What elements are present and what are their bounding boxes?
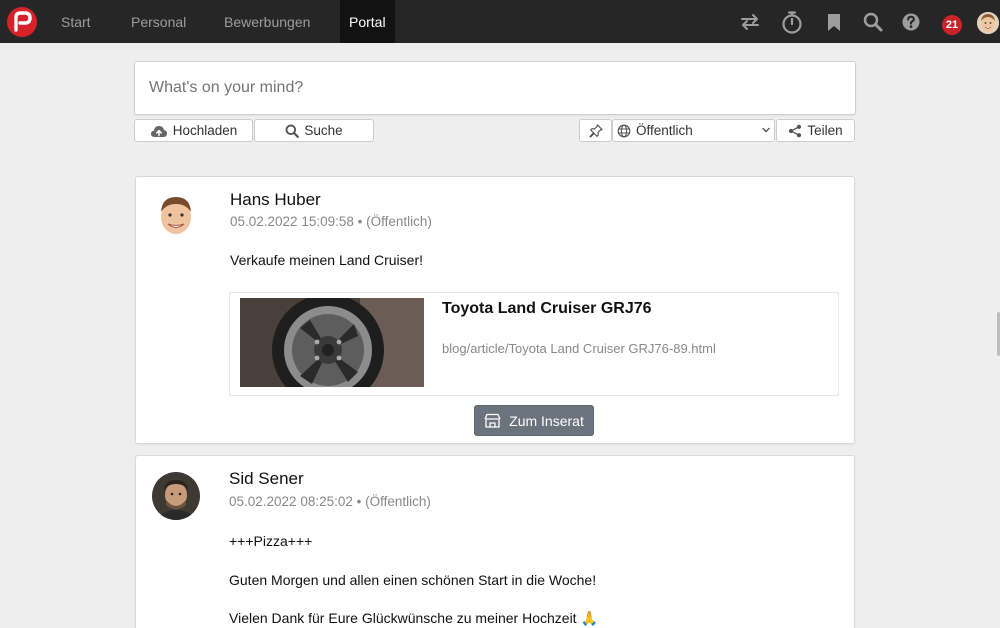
post-meta: 05.02.2022 15:09:58 • (Öffentlich)	[230, 214, 432, 229]
upload-button[interactable]: Hochladen	[134, 119, 253, 142]
nav-portal[interactable]: Portal	[340, 0, 395, 43]
post-author-name[interactable]: Hans Huber	[230, 190, 321, 210]
share-button[interactable]: Teilen	[776, 119, 855, 142]
view-listing-button[interactable]: Zum Inserat	[474, 405, 594, 436]
post-author-avatar[interactable]	[153, 192, 199, 238]
post-author-name[interactable]: Sid Sener	[229, 469, 304, 489]
search-icon[interactable]	[862, 11, 884, 33]
shop-icon	[484, 413, 501, 428]
notification-badge[interactable]: 21	[942, 15, 962, 35]
link-preview-title[interactable]: Toyota Land Cruiser GRJ76	[442, 300, 652, 318]
chevron-down-icon	[762, 127, 770, 133]
post-composer[interactable]	[134, 61, 856, 115]
bookmark-icon[interactable]	[823, 11, 845, 33]
post-author-avatar[interactable]	[152, 472, 200, 520]
top-navbar: Start Personal Bewerbungen Portal 21	[0, 0, 1000, 43]
post-paragraph: Guten Morgen und allen einen schönen Sta…	[229, 572, 597, 588]
upload-button-label: Hochladen	[172, 123, 238, 138]
search-button-label: Suche	[304, 123, 343, 138]
pin-icon	[588, 123, 603, 138]
nav-bewerbungen[interactable]: Bewerbungen	[215, 0, 319, 43]
post-paragraph: +++Pizza+++	[229, 533, 313, 549]
search-button[interactable]: Suche	[254, 119, 374, 142]
post-composer-input[interactable]	[149, 79, 839, 97]
help-icon[interactable]	[900, 11, 922, 33]
cloud-upload-icon	[150, 125, 167, 137]
visibility-select-value: Öffentlich	[636, 123, 693, 138]
view-listing-button-label: Zum Inserat	[509, 412, 584, 429]
link-preview-card[interactable]: Toyota Land Cruiser GRJ76 blog/article/T…	[229, 292, 839, 396]
post-card: Hans Huber 05.02.2022 15:09:58 • (Öffent…	[135, 176, 855, 444]
post-meta: 05.02.2022 08:25:02 • (Öffentlich)	[229, 494, 431, 509]
visibility-select[interactable]: Öffentlich	[612, 119, 775, 142]
link-preview-image[interactable]	[240, 298, 424, 387]
stopwatch-icon[interactable]	[781, 10, 803, 34]
post-card: Sid Sener 05.02.2022 08:25:02 • (Öffentl…	[135, 455, 855, 628]
user-avatar[interactable]	[977, 12, 999, 34]
link-preview-url[interactable]: blog/article/Toyota Land Cruiser GRJ76-8…	[442, 341, 716, 356]
pin-button[interactable]	[579, 119, 612, 142]
search-icon	[285, 124, 300, 138]
post-text: Verkaufe meinen Land Cruiser!	[230, 252, 423, 268]
post-paragraph: Vielen Dank für Eure Glückwünsche zu mei…	[229, 610, 598, 626]
brand-logo-icon[interactable]	[7, 7, 37, 37]
nav-personal[interactable]: Personal	[122, 0, 195, 43]
share-button-label: Teilen	[807, 123, 843, 138]
share-icon	[789, 124, 802, 137]
nav-start[interactable]: Start	[52, 0, 100, 43]
globe-icon	[617, 124, 631, 137]
exchange-icon[interactable]	[739, 11, 761, 33]
